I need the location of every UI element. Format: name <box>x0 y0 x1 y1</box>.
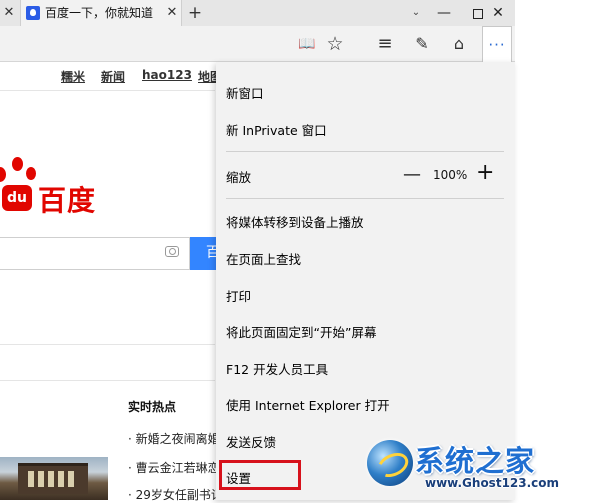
menu-item-find-on-page[interactable]: 在页面上查找 <box>226 249 301 268</box>
logo-text: 百度 <box>38 184 97 217</box>
divider <box>0 90 215 91</box>
menu-item-feedback[interactable]: 发送反馈 <box>226 432 276 451</box>
title-bar: ✕ 百度一下，你就知道 ✕ + ⌄ — ✕ <box>0 0 515 26</box>
menu-item-open-ie[interactable]: 使用 Internet Explorer 打开 <box>226 395 390 414</box>
share-icon[interactable]: ⌂ <box>446 26 472 62</box>
camera-icon[interactable] <box>165 246 179 257</box>
browser-toolbar: 📖 ☆ ≡ ✎ ⌂ ··· <box>0 26 515 63</box>
watermark-title: 系统之家 <box>415 444 536 478</box>
more-actions-menu: 新窗口 新 InPrivate 窗口 缩放 — 100% + 将媒体转移到设备上… <box>216 62 515 500</box>
hot-topics-title: 实时热点 <box>128 400 177 414</box>
hot-item[interactable]: · 曹云金江若琳恋 <box>128 459 220 476</box>
watermark-url: www.Ghost123.com <box>425 476 560 490</box>
hub-icon[interactable]: ≡ <box>372 26 398 62</box>
new-tab-button[interactable]: + <box>184 0 206 26</box>
reading-view-icon[interactable]: 📖 <box>294 26 320 62</box>
settings-highlight-box <box>219 460 301 490</box>
prev-tab-close-icon[interactable]: ✕ <box>0 0 18 26</box>
menu-item-cast-media[interactable]: 将媒体转移到设备上播放 <box>226 212 364 231</box>
watermark-logo: 系统之家 www.Ghost123.com <box>365 436 595 496</box>
menu-item-new-inprivate[interactable]: 新 InPrivate 窗口 <box>226 120 327 139</box>
logo-paw-dot <box>26 167 36 180</box>
tab-baidu[interactable]: 百度一下，你就知道 ✕ <box>20 0 182 26</box>
favorite-star-icon[interactable]: ☆ <box>322 26 348 62</box>
logo-paw-dot <box>12 157 23 171</box>
baidu-logo: du 百度 <box>0 157 110 217</box>
menu-zoom-label: 缩放 <box>226 170 252 185</box>
globe-icon <box>367 440 413 486</box>
divider <box>0 380 215 381</box>
menu-item-pin-to-start[interactable]: 将此页面固定到“开始”屏幕 <box>226 322 376 341</box>
menu-item-new-window[interactable]: 新窗口 <box>226 83 264 102</box>
nav-link-nuomi[interactable]: 糯米 <box>61 68 85 85</box>
web-note-icon[interactable]: ✎ <box>409 26 435 62</box>
menu-item-print[interactable]: 打印 <box>226 286 251 305</box>
baidu-favicon-icon <box>26 6 40 20</box>
tab-title: 百度一下，你就知道 <box>45 6 154 20</box>
more-actions-button[interactable]: ··· <box>482 26 512 63</box>
nav-link-news[interactable]: 新闻 <box>101 68 125 85</box>
zoom-in-button[interactable]: + <box>476 162 494 184</box>
logo-paw: du <box>2 185 32 211</box>
close-window-button[interactable]: ✕ <box>481 0 515 26</box>
search-input[interactable] <box>0 237 190 270</box>
news-thumbnail-image[interactable] <box>0 457 108 500</box>
zoom-level: 100% <box>433 168 468 182</box>
menu-item-f12-tools[interactable]: F12 开发人员工具 <box>226 359 328 378</box>
tab-list-chevron-icon[interactable]: ⌄ <box>405 0 427 26</box>
hot-item[interactable]: · 29岁女任副书记 <box>128 486 223 503</box>
top-nav: 糯米 新闻 hao123 地图 <box>0 62 230 90</box>
logo-paw-dot <box>0 167 6 182</box>
menu-separator <box>226 198 504 199</box>
menu-separator <box>226 151 504 152</box>
zoom-out-button[interactable]: — <box>403 166 421 184</box>
hot-item[interactable]: · 新婚之夜闹离婚 <box>128 430 220 447</box>
minimize-button[interactable]: — <box>427 0 461 26</box>
nav-link-hao123[interactable]: hao123 <box>142 68 192 82</box>
divider <box>0 344 215 345</box>
tab-close-icon[interactable]: ✕ <box>165 0 179 26</box>
